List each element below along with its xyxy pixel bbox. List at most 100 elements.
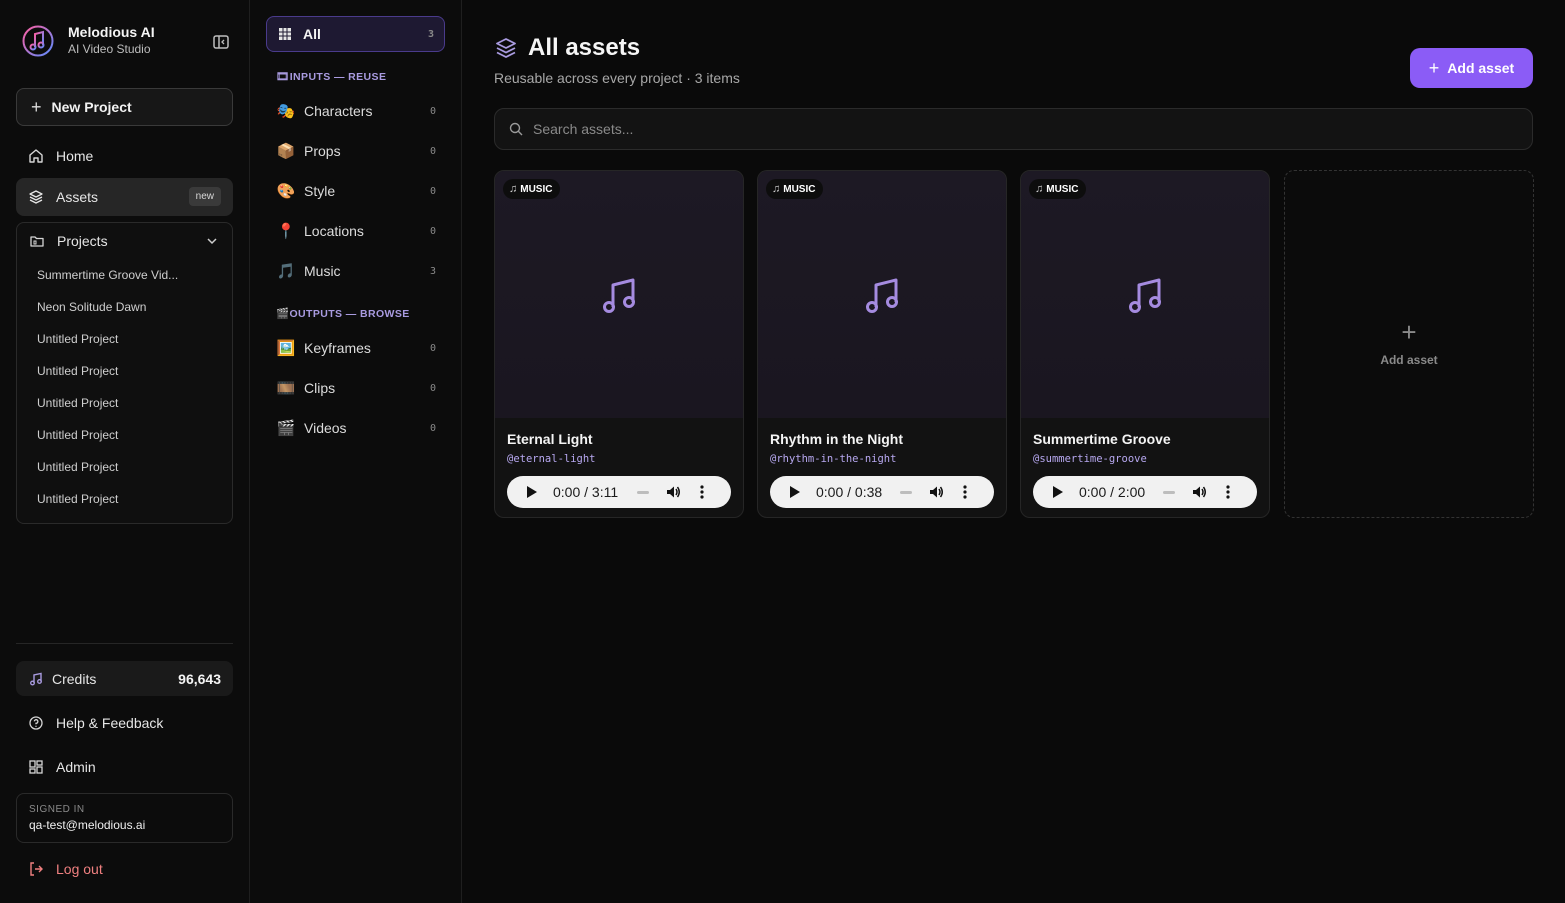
- music-note-icon: ♫: [1035, 183, 1044, 195]
- asset-card[interactable]: ♫ MUSIC Rhythm in the Night @rhythm-in-th…: [757, 170, 1007, 518]
- category-locations[interactable]: 📍 Locations 0: [276, 220, 446, 242]
- play-icon[interactable]: [1053, 486, 1063, 498]
- audio-player: 0:00 / 2:00: [1033, 476, 1257, 508]
- play-icon[interactable]: [790, 486, 800, 498]
- add-asset-button[interactable]: + Add asset: [1410, 48, 1533, 88]
- category-videos[interactable]: 🎬 Videos 0: [276, 417, 446, 439]
- app-root: Melodious AI AI Video Studio + New Proje…: [0, 0, 1565, 903]
- category-label: Videos: [304, 420, 347, 436]
- framed-picture-icon: 🖼️: [276, 340, 296, 357]
- category-all[interactable]: All 3: [266, 16, 445, 52]
- category-count: 0: [429, 185, 436, 197]
- music-credits-icon: [30, 672, 42, 685]
- project-item[interactable]: Summertime Groove Vid...: [37, 259, 232, 291]
- projects-toggle[interactable]: Projects: [17, 223, 232, 259]
- asset-slug: @eternal-light: [507, 453, 596, 465]
- audio-progress-bar[interactable]: [637, 491, 649, 494]
- type-badge-label: MUSIC: [520, 183, 553, 195]
- sidebar: Melodious AI AI Video Studio + New Proje…: [0, 0, 250, 903]
- type-badge-label: MUSIC: [1046, 183, 1079, 195]
- add-asset-label: Add asset: [1447, 60, 1515, 76]
- music-note-icon: ♫: [509, 183, 518, 195]
- search-bar: [494, 108, 1533, 150]
- category-music[interactable]: 🎵 Music 3: [276, 260, 446, 282]
- category-keyframes[interactable]: 🖼️ Keyframes 0: [276, 337, 446, 359]
- category-panel: All 3 🎞INPUTS — REUSE 🎭 Characters 0 📦 P…: [250, 0, 462, 903]
- category-label: Style: [304, 183, 336, 199]
- project-item[interactable]: Untitled Project: [37, 323, 232, 355]
- asset-slug: @summertime-groove: [1033, 453, 1147, 465]
- help-circle-icon: [29, 716, 43, 730]
- project-item[interactable]: Untitled Project: [37, 355, 232, 387]
- more-options-icon[interactable]: [962, 484, 968, 500]
- type-badge: ♫ MUSIC: [503, 179, 561, 199]
- category-props[interactable]: 📦 Props 0: [276, 140, 446, 162]
- volume-icon[interactable]: [665, 484, 681, 500]
- signed-in-email: qa-test@melodious.ai: [29, 818, 146, 832]
- nav-home[interactable]: Home: [16, 137, 233, 175]
- brand[interactable]: Melodious AI AI Video Studio: [22, 24, 155, 58]
- add-asset-card[interactable]: + Add asset: [1284, 170, 1534, 518]
- category-label: Clips: [304, 380, 336, 396]
- signed-in-box: SIGNED IN qa-test@melodious.ai: [16, 793, 233, 843]
- project-item[interactable]: Untitled Project: [37, 483, 232, 515]
- sidebar-collapse-icon[interactable]: [212, 34, 230, 50]
- projects-label: Projects: [57, 233, 108, 249]
- new-project-button[interactable]: + New Project: [16, 88, 233, 126]
- audio-player: 0:00 / 3:11: [507, 476, 731, 508]
- more-options-icon[interactable]: [699, 484, 705, 500]
- project-item[interactable]: Untitled Project: [37, 419, 232, 451]
- inputs-section-heading: 🎞INPUTS — REUSE: [276, 70, 386, 83]
- audio-time: 0:00 / 2:00: [1079, 484, 1146, 500]
- category-count: 0: [429, 105, 436, 117]
- nav-help-feedback[interactable]: Help & Feedback: [16, 704, 233, 742]
- logout-button[interactable]: Log out: [28, 858, 103, 880]
- inputs-heading-text: INPUTS — REUSE: [289, 71, 387, 83]
- music-note-logo-icon: [22, 25, 54, 57]
- category-characters[interactable]: 🎭 Characters 0: [276, 100, 446, 122]
- nav-assets[interactable]: Assets new: [16, 178, 233, 216]
- category-count: 0: [429, 382, 436, 394]
- brand-name: Melodious AI: [68, 24, 155, 40]
- category-clips[interactable]: 🎞️ Clips 0: [276, 377, 446, 399]
- package-icon: 📦: [276, 143, 296, 160]
- category-label: Characters: [304, 103, 373, 119]
- play-icon[interactable]: [527, 486, 537, 498]
- type-badge-label: MUSIC: [783, 183, 816, 195]
- volume-icon[interactable]: [1191, 484, 1207, 500]
- asset-title: Eternal Light: [507, 431, 593, 447]
- category-label: Keyframes: [304, 340, 371, 356]
- audio-time: 0:00 / 3:11: [553, 484, 619, 500]
- page-title: All assets: [528, 34, 641, 61]
- audio-progress-bar[interactable]: [1163, 491, 1175, 494]
- outputs-section-heading: 🎬OUTPUTS — BROWSE: [276, 307, 410, 320]
- asset-card[interactable]: ♫ MUSIC Eternal Light @eternal-light 0:00…: [494, 170, 744, 518]
- grid-icon: [279, 28, 291, 40]
- theater-masks-icon: 🎭: [276, 103, 296, 120]
- volume-icon[interactable]: [928, 484, 944, 500]
- music-note-icon: 🎵: [276, 263, 296, 280]
- film-strip-icon: 🎞️: [276, 380, 296, 397]
- new-project-label: New Project: [51, 99, 132, 115]
- plus-icon: +: [1401, 317, 1417, 347]
- search-input[interactable]: [533, 121, 1433, 137]
- credits-row[interactable]: Credits 96,643: [16, 661, 233, 696]
- asset-card[interactable]: ♫ MUSIC Summertime Groove @summertime-gro…: [1020, 170, 1270, 518]
- nav-admin[interactable]: Admin: [16, 748, 233, 786]
- new-badge: new: [188, 187, 221, 206]
- credits-value: 96,643: [178, 670, 221, 687]
- project-item[interactable]: Untitled Project: [37, 387, 232, 419]
- project-item[interactable]: Neon Solitude Dawn: [37, 291, 232, 323]
- audio-progress-bar[interactable]: [900, 491, 912, 494]
- chevron-down-icon: [207, 238, 217, 245]
- category-count: 3: [429, 265, 436, 277]
- category-style[interactable]: 🎨 Style 0: [276, 180, 446, 202]
- music-note-icon: [1129, 278, 1161, 313]
- plus-icon: +: [31, 96, 42, 117]
- palette-icon: 🎨: [276, 183, 296, 200]
- music-note-icon: [603, 278, 635, 313]
- asset-thumbnail: ♫ MUSIC: [1021, 171, 1269, 418]
- project-item[interactable]: Untitled Project: [37, 451, 232, 483]
- outputs-heading-text: OUTPUTS — BROWSE: [289, 308, 410, 320]
- more-options-icon[interactable]: [1225, 484, 1231, 500]
